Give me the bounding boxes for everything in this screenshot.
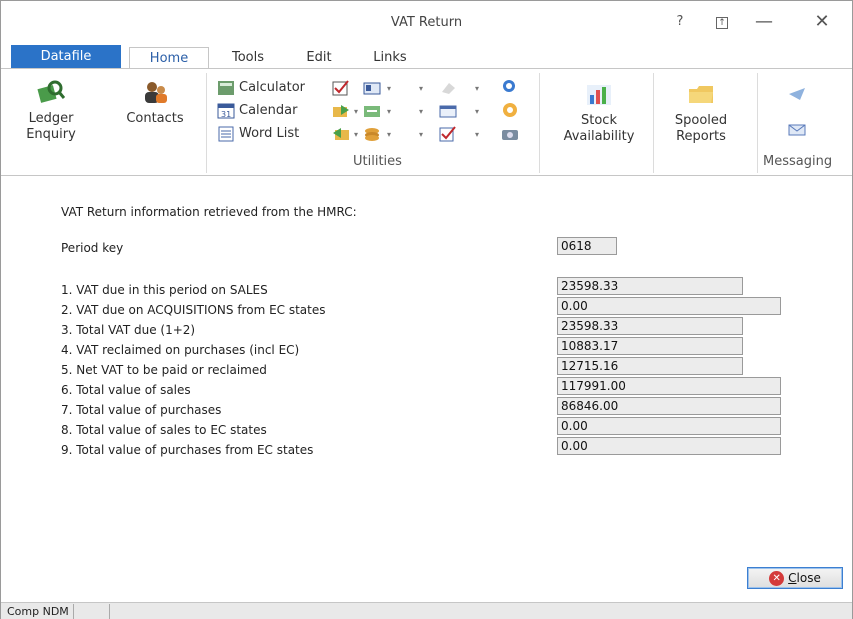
close-button[interactable]: ✕ Close [747, 567, 843, 589]
ribbon-home: Ledger Enquiry Contacts Calculator 31 Cal… [1, 68, 852, 176]
minimize-button[interactable]: — [749, 9, 779, 35]
transfer-icon[interactable] [363, 103, 381, 119]
title-bar: VAT Return ? ↑ — ✕ [1, 1, 852, 45]
ledger-enquiry-button[interactable]: Ledger Enquiry [21, 79, 81, 143]
row-label-1: 1. VAT due in this period on SALES [61, 283, 268, 297]
send-message-icon[interactable] [788, 86, 806, 102]
dropdown-arrow-icon[interactable]: ▾ [475, 130, 479, 139]
calculator-icon [218, 80, 234, 95]
id-card-icon[interactable] [363, 80, 381, 96]
row-label-5: 5. Net VAT to be paid or reclaimed [61, 363, 267, 377]
folder-back-icon[interactable] [332, 126, 350, 142]
dropdown-arrow-icon[interactable]: ▾ [387, 130, 391, 139]
ribbon-toggle-button[interactable]: ↑ [707, 9, 737, 35]
envelope-icon[interactable] [788, 121, 806, 137]
dropdown-arrow-icon[interactable]: ▾ [419, 130, 423, 139]
row-value-1[interactable]: 23598.33 [557, 277, 743, 295]
dropdown-arrow-icon[interactable]: ▾ [419, 107, 423, 116]
row-value-9[interactable]: 0.00 [557, 437, 781, 455]
ribbon-separator [539, 73, 540, 173]
window-close-button[interactable]: ✕ [807, 9, 837, 35]
vat-return-form: VAT Return information retrieved from th… [1, 177, 852, 597]
company-status: Comp NDM [3, 604, 74, 619]
tab-edit[interactable]: Edit [299, 47, 339, 69]
row-label-7: 7. Total value of purchases [61, 403, 222, 417]
form-intro: VAT Return information retrieved from th… [61, 205, 357, 219]
folder-icon [689, 86, 713, 103]
folder-arrow-icon[interactable] [332, 103, 350, 119]
eraser-icon[interactable] [439, 80, 457, 96]
ledger-enquiry-label-1: Ledger [28, 111, 74, 126]
status-panel [100, 604, 110, 619]
dropdown-arrow-icon[interactable]: ▾ [475, 107, 479, 116]
window-list-icon[interactable] [439, 103, 457, 119]
row-label-2: 2. VAT due on ACQUISITIONS from EC state… [61, 303, 326, 317]
camera-icon[interactable] [501, 126, 519, 142]
row-value-2[interactable]: 0.00 [557, 297, 781, 315]
dropdown-arrow-icon[interactable]: ▾ [354, 130, 358, 139]
ribbon-separator [206, 73, 207, 173]
ribbon-tabs: Datafile Home Tools Edit Links [1, 45, 852, 71]
dropdown-arrow-icon[interactable]: ▾ [387, 84, 391, 93]
tab-datafile[interactable]: Datafile [11, 45, 121, 69]
dropdown-arrow-icon[interactable]: ▾ [387, 107, 391, 116]
period-key-label: Period key [61, 241, 124, 255]
row-value-3[interactable]: 23598.33 [557, 317, 743, 335]
spooled-reports-label-1: Spooled [674, 113, 728, 128]
stock-availability-label-2: Availability [563, 129, 635, 144]
calculator-button[interactable]: Calculator [217, 77, 305, 99]
row-value-6[interactable]: 117991.00 [557, 377, 781, 395]
row-label-4: 4. VAT reclaimed on purchases (incl EC) [61, 343, 300, 357]
status-bar: Comp NDM [1, 602, 852, 619]
coins-icon[interactable] [363, 126, 381, 142]
dropdown-arrow-icon[interactable]: ▾ [354, 107, 358, 116]
close-button-label: lose [796, 571, 821, 585]
row-label-6: 6. Total value of sales [61, 383, 191, 397]
calendar-badge: 31 [221, 110, 231, 119]
checklist-icon[interactable] [332, 80, 350, 96]
ribbon-separator [757, 73, 758, 173]
contacts-icon [145, 82, 167, 103]
help-button[interactable]: ? [665, 9, 695, 35]
ledger-enquiry-label-2: Enquiry [26, 127, 76, 142]
dropdown-arrow-icon[interactable]: ▾ [419, 84, 423, 93]
at-sign-icon[interactable] [501, 102, 519, 118]
stock-availability-button[interactable]: Stock Availability [553, 81, 645, 145]
word-list-icon [218, 126, 234, 141]
close-icon: ✕ [769, 571, 785, 586]
bar-chart-icon [587, 85, 611, 105]
contacts-button[interactable]: Contacts [115, 79, 195, 127]
calendar-icon: 31 [217, 103, 235, 119]
calendar-button[interactable]: 31 Calendar [217, 100, 297, 122]
spooled-reports-button[interactable]: Spooled Reports [661, 81, 741, 145]
tab-links[interactable]: Links [367, 47, 413, 69]
pin-icon: ↑ [716, 16, 728, 29]
row-value-4[interactable]: 10883.17 [557, 337, 743, 355]
vat-return-window: VAT Return ? ↑ — ✕ Datafile Home Tools E… [0, 0, 853, 619]
messaging-group-label: Messaging [763, 154, 833, 169]
row-value-5[interactable]: 12715.16 [557, 357, 743, 375]
contacts-label: Contacts [126, 111, 184, 126]
magnifier-ledger-icon [37, 80, 65, 103]
row-label-9: 9. Total value of purchases from EC stat… [61, 443, 314, 457]
row-label-3: 3. Total VAT due (1+2) [61, 323, 196, 337]
word-list-button[interactable]: Word List [217, 123, 299, 145]
utilities-group-label: Utilities [353, 154, 402, 169]
row-value-8[interactable]: 0.00 [557, 417, 781, 435]
row-value-7[interactable]: 86846.00 [557, 397, 781, 415]
checkbox-icon[interactable] [439, 126, 457, 142]
stock-availability-label-1: Stock [581, 113, 617, 128]
key-icon[interactable] [501, 78, 519, 94]
row-label-8: 8. Total value of sales to EC states [61, 423, 267, 437]
dropdown-arrow-icon[interactable]: ▾ [475, 84, 479, 93]
ribbon-separator [653, 73, 654, 173]
close-button-accelerator: C [788, 571, 797, 585]
tab-tools[interactable]: Tools [223, 47, 273, 69]
spooled-reports-label-2: Reports [676, 129, 726, 144]
period-key-field[interactable]: 0618 [557, 237, 617, 255]
